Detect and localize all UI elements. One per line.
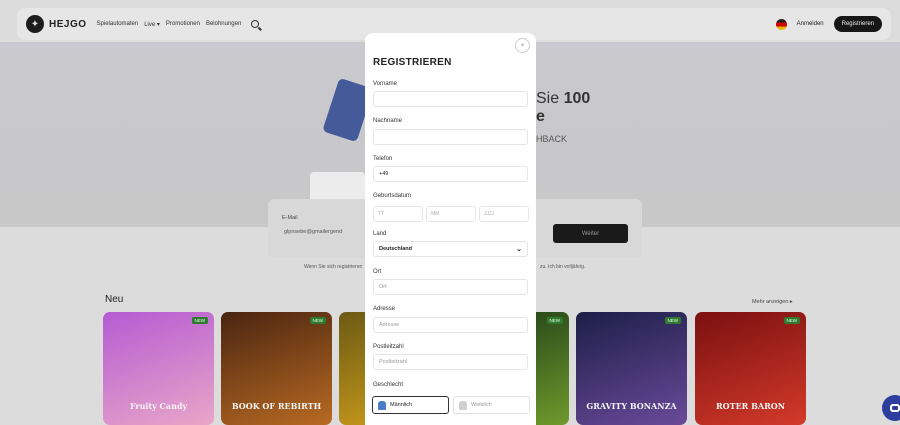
birth-month-field[interactable]: MM [426, 206, 476, 222]
chevron-down-icon: ⌄ [516, 246, 522, 253]
telefon-label: Telefon [373, 156, 393, 162]
adresse-label: Adresse [373, 306, 396, 312]
land-label: Land [373, 231, 387, 237]
nachname-field[interactable] [373, 129, 528, 145]
birth-year-field[interactable]: JJJJ [479, 206, 529, 222]
gender-female-label: Weiblich [471, 402, 492, 408]
vorname-label: Vorname [373, 81, 398, 87]
geschlecht-label: Geschlecht [373, 382, 404, 388]
land-select-value: Deutschland [379, 246, 413, 252]
gender-female-option[interactable]: Weiblich [453, 396, 530, 414]
chat-bubble-icon [890, 404, 900, 412]
gender-male-option[interactable]: Männlich [372, 396, 449, 414]
close-icon[interactable]: × [515, 38, 530, 53]
land-select[interactable]: Deutschland ⌄ [373, 241, 528, 257]
registration-modal: × REGISTRIEREN Vorname Nachname Telefon … [365, 33, 536, 425]
postleitzahl-label: Postleitzahl [373, 344, 404, 350]
adresse-field[interactable]: Adresse [373, 317, 528, 333]
nachname-label: Nachname [373, 118, 403, 124]
ort-field[interactable]: Ort [373, 279, 528, 295]
male-person-icon [378, 400, 386, 410]
page-background: ✦ HEJGO Spielautomaten Live ▾ Promotione… [0, 0, 900, 425]
gender-male-label: Männlich [390, 402, 413, 408]
birth-day-field[interactable]: TT [373, 206, 423, 222]
ort-label: Ort [373, 269, 382, 275]
telefon-field[interactable]: +49 [373, 166, 528, 182]
geburtsdatum-label: Geburtsdatum [373, 193, 412, 199]
modal-title: REGISTRIEREN [373, 57, 452, 68]
vorname-field[interactable] [373, 91, 528, 107]
postleitzahl-field[interactable]: Postleitzahl [373, 354, 528, 370]
female-person-icon [459, 400, 467, 410]
